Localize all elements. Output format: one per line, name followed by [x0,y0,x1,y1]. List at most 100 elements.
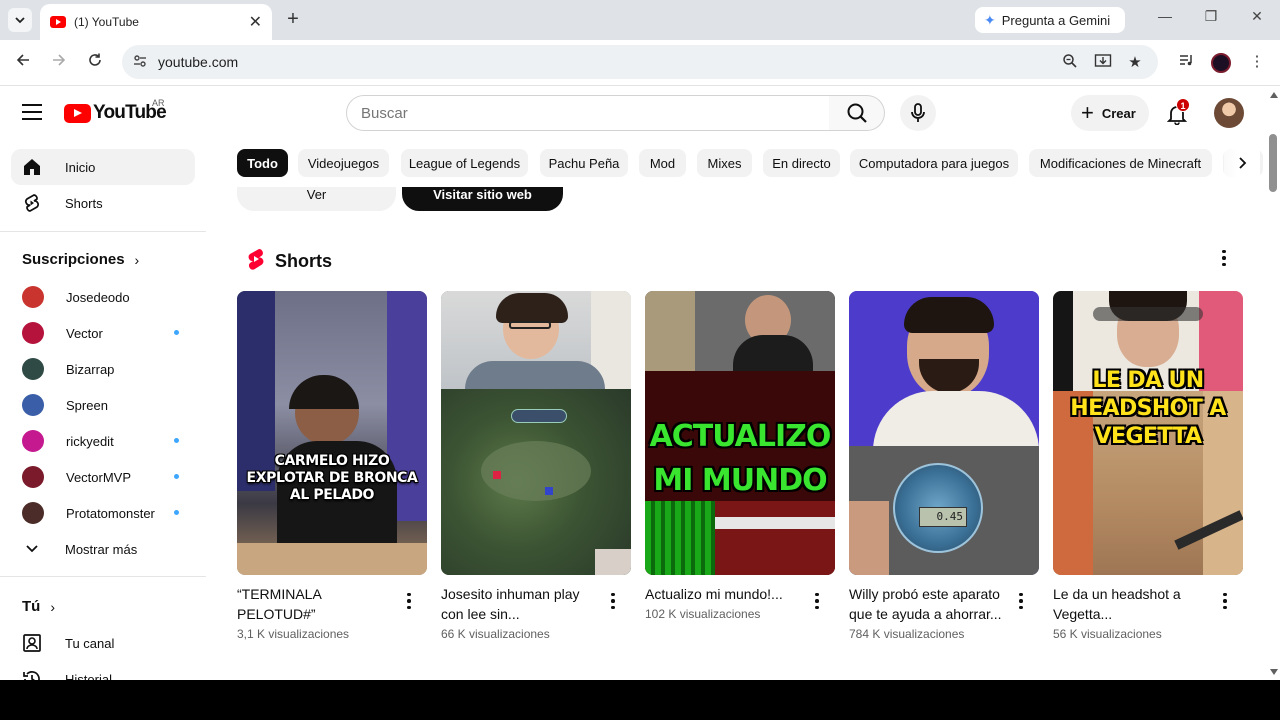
short-thumbnail[interactable] [441,291,631,575]
sidebar-item-bizarrap[interactable]: Bizarrap [11,351,195,387]
sidebar-item-label: Protatomonster [66,505,155,521]
short-thumbnail[interactable]: CARMELO hizo EXPLOTAR DE BRONCA al PELAD… [237,291,427,575]
chip-modificaciones-de-minecraft[interactable]: Modificaciones de Minecraft [1029,149,1212,177]
channel-avatar [22,502,44,524]
install-app-icon[interactable] [1093,53,1113,73]
new-content-dot [174,474,179,479]
short-thumbnail[interactable]: ACTUALIZO MI MUNDO [645,291,835,575]
short-views: 66 K visualizaciones [441,627,550,641]
chevron-right-icon: › [134,251,140,268]
short-thumbnail[interactable]: 0.45 [849,291,1039,575]
short-card[interactable]: 0.45 Willy probó este aparato que te ayu… [849,291,1039,641]
sidebar-item-shorts[interactable]: Shorts [11,185,195,221]
sidebar-item-label: Historial [65,671,112,681]
short-card[interactable]: ACTUALIZO MI MUNDO Actualizo mi mundo!..… [645,291,835,621]
short-card[interactable]: CARMELO hizo EXPLOTAR DE BRONCA al PELAD… [237,291,427,641]
home-icon [22,157,42,177]
sidebar-item-inicio[interactable]: Inicio [11,149,195,185]
guide-sidebar: Inicio Shorts Suscripciones › Josedeodo … [0,139,206,680]
short-more-icon[interactable] [811,591,823,611]
zoom-icon[interactable] [1060,53,1080,73]
create-button[interactable]: + Crear [1071,95,1149,131]
sidebar-item-label: Josedeodo [66,289,130,305]
browser-tab-youtube[interactable]: (1) YouTube ✕ [40,4,272,40]
search-icon [847,103,867,123]
guide-menu-icon[interactable] [22,104,42,120]
bookmark-star-icon[interactable]: ★ [1125,53,1145,71]
notifications-button[interactable]: 1 [1166,98,1190,126]
short-card[interactable]: Josesito inhuman play con lee sin... 66 … [441,291,631,641]
chip-mod[interactable]: Mod [639,149,686,177]
short-title[interactable]: Josesito inhuman play con lee sin... [441,584,603,624]
youtube-play-logo-icon [64,103,91,123]
you-heading[interactable]: Tú › [22,598,55,615]
account-avatar[interactable] [1214,98,1244,128]
restore-icon[interactable]: ❐ [1199,8,1223,25]
back-icon[interactable] [12,52,34,74]
page-scrollbar-thumb[interactable] [1269,134,1277,192]
close-tab-icon[interactable]: ✕ [249,12,262,32]
tab-search-chevron-icon[interactable] [8,8,32,32]
search-placeholder: Buscar [361,105,408,122]
new-content-dot [174,510,179,515]
shelf-more-icon[interactable] [1214,248,1234,268]
sidebar-item-spreen[interactable]: Spreen [11,387,195,423]
chip-pachu-pena[interactable]: Pachu Peña [540,149,628,177]
youtube-logo[interactable]: YouTube AR [64,98,167,124]
address-bar[interactable]: youtube.com ★ [122,45,1158,79]
chips-next-button[interactable] [1224,145,1260,181]
short-title[interactable]: Le da un headshot a Vegetta... [1053,584,1215,624]
microphone-icon [911,103,925,122]
short-card[interactable]: LE DA UN HEADSHOT A VEGETTA Le da un hea… [1053,291,1243,641]
sidebar-item-vector[interactable]: Vector [11,315,195,351]
close-window-icon[interactable]: ✕ [1245,8,1269,25]
short-title[interactable]: “TERMINALA PELOTUD#” [237,584,399,624]
short-more-icon[interactable] [607,591,619,611]
channel-avatar [22,394,44,416]
chip-videojuegos[interactable]: Videojuegos [298,149,389,177]
chevron-right-icon: › [50,598,55,615]
chip-en-directo[interactable]: En directo [763,149,840,177]
chip-computadora-para-juegos[interactable]: Computadora para juegos [850,149,1018,177]
media-queue-icon[interactable] [1175,52,1197,72]
short-thumbnail[interactable]: LE DA UN HEADSHOT A VEGETTA [1053,291,1243,575]
sidebar-item-tu-canal[interactable]: Tu canal [11,625,195,661]
sidebar-item-vectormvp[interactable]: VectorMVP [11,459,195,495]
shorts-logo-icon [247,248,265,275]
new-tab-button[interactable]: + [282,8,304,32]
new-content-dot [174,438,179,443]
chip-todo[interactable]: Todo [237,149,288,177]
short-views: 3,1 K visualizaciones [237,627,350,641]
shorts-icon [22,193,42,213]
scroll-up-icon[interactable] [1270,92,1278,98]
voice-search-button[interactable] [900,95,936,131]
gemini-button[interactable]: ✦ Pregunta a Gemini [975,7,1125,33]
short-title[interactable]: Actualizo mi mundo!... [645,584,807,604]
forward-icon[interactable] [48,52,70,74]
minimize-icon[interactable]: — [1153,8,1177,24]
site-info-icon[interactable] [132,53,148,72]
subscriptions-heading[interactable]: Suscripciones › [22,251,139,268]
scroll-down-icon[interactable] [1270,669,1278,675]
search-button[interactable] [829,95,885,131]
sidebar-item-protatomonster[interactable]: Protatomonster [11,495,195,531]
sidebar-item-rickyedit[interactable]: rickyedit [11,423,195,459]
search-input[interactable]: Buscar [346,95,830,131]
browser-menu-icon[interactable]: ⋮ [1246,52,1268,70]
show-more-button[interactable]: Mostrar más [11,531,195,567]
reload-icon[interactable] [84,52,106,74]
channel-avatar [22,466,44,488]
short-more-icon[interactable] [403,591,415,611]
sidebar-item-historial[interactable]: Historial [11,661,195,680]
screen: (1) YouTube ✕ + ✦ Pregunta a Gemini — ❐ … [0,0,1280,680]
short-more-icon[interactable] [1219,591,1231,611]
subscriptions-heading-label: Suscripciones [22,251,125,268]
chip-mixes[interactable]: Mixes [697,149,752,177]
sidebar-item-label: Spreen [66,397,108,413]
short-more-icon[interactable] [1015,591,1027,611]
short-title[interactable]: Willy probó este aparato que te ayuda a … [849,584,1011,624]
sidebar-item-josedeodo[interactable]: Josedeodo [11,279,195,315]
browser-toolbar: youtube.com ★ ⋮ [0,40,1280,86]
browser-profile-avatar[interactable] [1211,53,1231,73]
chip-league-of-legends[interactable]: League of Legends [401,149,528,177]
